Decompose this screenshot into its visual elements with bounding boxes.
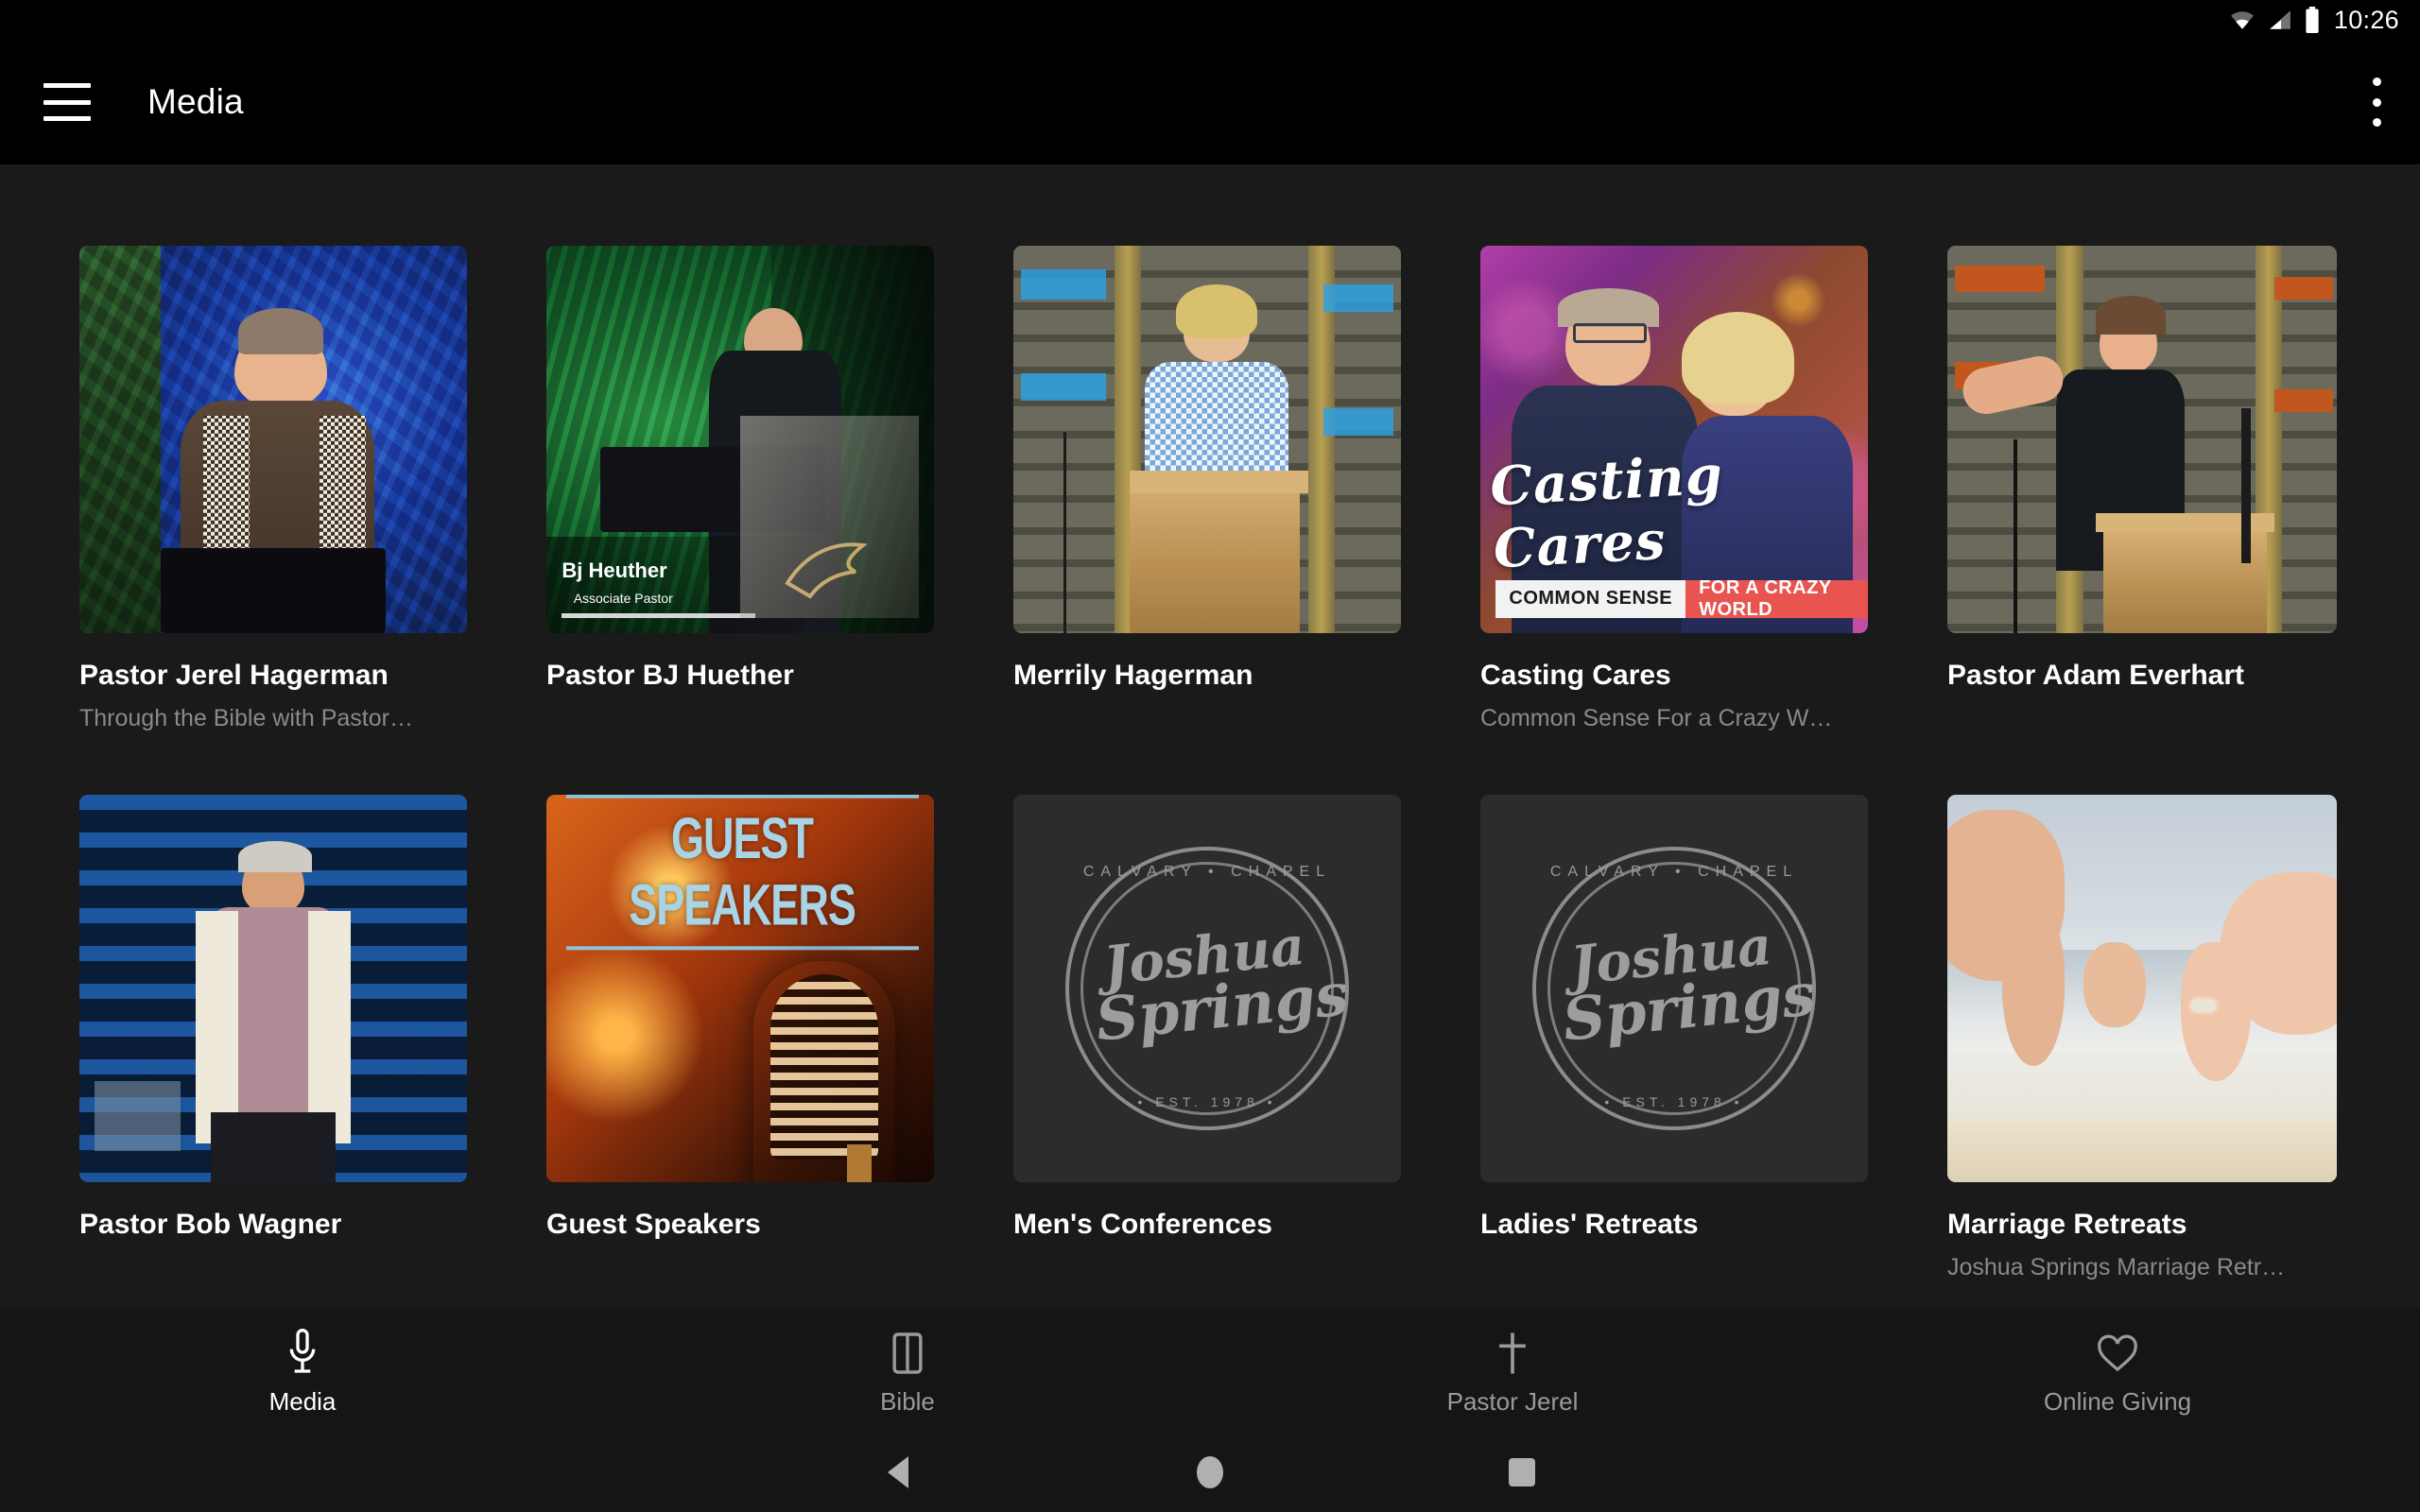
card-title: Pastor BJ Huether bbox=[546, 660, 794, 691]
thumbnail: GUEST SPEAKERS bbox=[546, 795, 934, 1182]
tab-label: Pastor Jerel bbox=[1446, 1386, 1579, 1416]
recents-square-icon bbox=[1509, 1458, 1535, 1486]
overlay-speaker-name: Bj Heuther bbox=[562, 558, 667, 582]
card-title: Merrily Hagerman bbox=[1013, 660, 1253, 691]
card-title: Casting Cares bbox=[1480, 660, 1671, 691]
tagline-right: FOR A CRAZY WORLD bbox=[1685, 577, 1868, 620]
card-title: Ladies' Retreats bbox=[1480, 1209, 1699, 1240]
logo-script-text: Joshua Springs bbox=[1063, 915, 1352, 1055]
card-subtitle: Through the Bible with Pastor… bbox=[79, 705, 413, 731]
guest-speakers-art-title: GUEST SPEAKERS bbox=[565, 795, 919, 950]
card-subtitle: Common Sense For a Crazy W… bbox=[1480, 705, 1833, 731]
media-grid: Pastor Jerel Hagerman Through the Bible … bbox=[79, 246, 2414, 1281]
thumbnail bbox=[1013, 246, 1401, 633]
thumbnail bbox=[79, 795, 467, 1182]
tab-online-giving[interactable]: Online Giving bbox=[1815, 1325, 2420, 1417]
thumbnail bbox=[79, 246, 467, 633]
media-card-merrily[interactable]: Merrily Hagerman bbox=[1013, 246, 1480, 732]
media-card-ladies-retreats[interactable]: CALVARY • CHAPEL Joshua Springs • EST. 1… bbox=[1480, 795, 1947, 1281]
media-card-jerel[interactable]: Pastor Jerel Hagerman Through the Bible … bbox=[79, 246, 546, 732]
logo-bottom-text: • EST. 1978 • bbox=[1604, 1094, 1744, 1109]
tab-label: Media bbox=[268, 1386, 337, 1416]
logo-bottom-text: • EST. 1978 • bbox=[1137, 1094, 1277, 1109]
thumbnail: CALVARY • CHAPEL Joshua Springs • EST. 1… bbox=[1013, 795, 1401, 1182]
card-subtitle: Joshua Springs Marriage Retr… bbox=[1947, 1254, 2286, 1280]
joshua-springs-logo-icon: CALVARY • CHAPEL Joshua Springs • EST. 1… bbox=[1063, 847, 1352, 1130]
back-triangle-icon bbox=[888, 1456, 908, 1488]
heart-icon bbox=[2097, 1325, 2138, 1378]
media-card-bob[interactable]: Pastor Bob Wagner bbox=[79, 795, 546, 1281]
media-card-adam[interactable]: Pastor Adam Everhart bbox=[1947, 246, 2414, 732]
tab-label: Bible bbox=[880, 1386, 935, 1416]
home-circle-icon bbox=[1197, 1456, 1223, 1488]
nav-back-button[interactable] bbox=[742, 1456, 1054, 1488]
logo-script-text: Joshua Springs bbox=[1530, 915, 1819, 1055]
status-icons bbox=[2228, 7, 2321, 33]
tab-label: Online Giving bbox=[2043, 1386, 2192, 1416]
thumbnail bbox=[1947, 246, 2337, 633]
card-title: Marriage Retreats bbox=[1947, 1209, 2187, 1240]
card-title: Men's Conferences bbox=[1013, 1209, 1272, 1240]
thumbnail: CALVARY • CHAPEL Joshua Springs • EST. 1… bbox=[1480, 795, 1868, 1182]
thumbnail: Bj Heuther Associate Pastor bbox=[546, 246, 934, 633]
casting-cares-script: Casting Cares bbox=[1489, 444, 1725, 581]
logo-top-text: CALVARY • CHAPEL bbox=[1549, 864, 1799, 880]
tab-media[interactable]: Media bbox=[0, 1325, 605, 1417]
tab-pastor-jerel[interactable]: Pastor Jerel bbox=[1210, 1325, 1815, 1417]
media-card-marriage-retreats[interactable]: Marriage Retreats Joshua Springs Marriag… bbox=[1947, 795, 2414, 1281]
microphone-icon bbox=[284, 1325, 321, 1378]
card-title: Pastor Jerel Hagerman bbox=[79, 660, 389, 691]
page-title: Media bbox=[147, 82, 244, 121]
more-vertical-icon[interactable] bbox=[2373, 77, 2384, 127]
media-card-bj[interactable]: Bj Heuther Associate Pastor Pastor BJ Hu… bbox=[546, 246, 1013, 732]
wifi-icon bbox=[2231, 11, 2254, 29]
thumbnail bbox=[1947, 795, 2337, 1182]
media-card-mens-conferences[interactable]: CALVARY • CHAPEL Joshua Springs • EST. 1… bbox=[1013, 795, 1480, 1281]
tagline-left: COMMON SENSE bbox=[1495, 579, 1686, 618]
card-title: Guest Speakers bbox=[546, 1209, 761, 1240]
overlay-speaker-role: Associate Pastor bbox=[573, 591, 673, 607]
app-bar: Media bbox=[0, 40, 2420, 164]
card-title: Pastor Bob Wagner bbox=[79, 1209, 342, 1240]
media-row: Pastor Jerel Hagerman Through the Bible … bbox=[79, 246, 2414, 732]
nav-home-button[interactable] bbox=[1054, 1456, 1366, 1488]
status-bar: 10:26 bbox=[0, 0, 2420, 40]
nav-recents-button[interactable] bbox=[1366, 1458, 1678, 1486]
media-card-casting-cares[interactable]: Casting Cares COMMON SENSE FOR A CRAZY W… bbox=[1480, 246, 1947, 732]
android-system-nav bbox=[0, 1433, 2420, 1512]
status-clock: 10:26 bbox=[2333, 5, 2399, 34]
thumbnail: Casting Cares COMMON SENSE FOR A CRAZY W… bbox=[1480, 246, 1868, 633]
book-icon bbox=[889, 1325, 926, 1378]
cross-icon bbox=[1494, 1325, 1531, 1378]
microphone-graphic bbox=[753, 961, 895, 1182]
bottom-tab-bar: Media Bible Pastor Jerel Online Giving bbox=[0, 1308, 2420, 1433]
logo-top-text: CALVARY • CHAPEL bbox=[1082, 864, 1332, 880]
cellular-signal-icon bbox=[2270, 10, 2290, 29]
tab-bible[interactable]: Bible bbox=[605, 1325, 1210, 1417]
media-row: Pastor Bob Wagner GUEST SPEAKERS Guest S… bbox=[79, 795, 2414, 1281]
media-card-guest-speakers[interactable]: GUEST SPEAKERS Guest Speakers bbox=[546, 795, 1013, 1281]
casting-cares-tagline: COMMON SENSE FOR A CRAZY WORLD bbox=[1495, 577, 1868, 620]
card-title: Pastor Adam Everhart bbox=[1947, 660, 2245, 691]
hamburger-menu-icon[interactable] bbox=[43, 83, 91, 121]
joshua-springs-logo-icon: CALVARY • CHAPEL Joshua Springs • EST. 1… bbox=[1530, 847, 1819, 1130]
battery-icon bbox=[2306, 7, 2319, 33]
